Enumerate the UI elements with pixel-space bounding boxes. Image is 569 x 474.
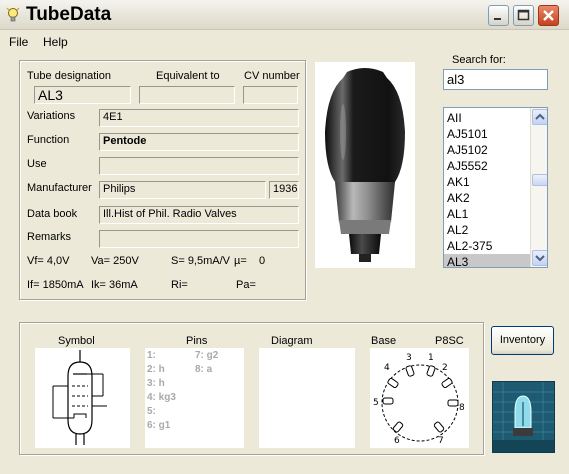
- minimize-button[interactable]: [488, 5, 509, 26]
- pentode-symbol: [52, 350, 107, 445]
- pin-5: 5:: [147, 406, 156, 417]
- pins-label: Pins: [186, 335, 208, 347]
- base-pin-6: 6: [394, 436, 400, 446]
- equivalent-to-field[interactable]: [139, 86, 235, 104]
- base-pin-8: 8: [459, 403, 465, 413]
- pin-8: 8: a: [195, 364, 213, 375]
- if-value: If= 1850mA: [27, 279, 84, 291]
- base-pin-1: 1: [428, 353, 434, 363]
- vf-value: Vf= 4,0V: [27, 255, 70, 267]
- ik-value: Ik= 36mA: [91, 279, 138, 291]
- list-item[interactable]: AII: [444, 110, 530, 126]
- cv-number-label: CV number: [244, 70, 300, 82]
- tube-designation-field[interactable]: AL3: [34, 86, 131, 104]
- search-label: Search for:: [452, 54, 506, 66]
- menu-file[interactable]: File: [9, 35, 28, 49]
- menu-help[interactable]: Help: [43, 35, 68, 49]
- pin-2: 2: h: [147, 364, 165, 375]
- close-icon: [543, 10, 554, 21]
- variations-label: Variations: [27, 110, 76, 122]
- year-field[interactable]: 1936: [269, 181, 299, 199]
- s-value: S= 9,5mA/V: [171, 255, 231, 267]
- chevron-up-icon: [535, 113, 545, 120]
- tube-photo: [315, 62, 415, 268]
- pa-value: Pa=: [236, 279, 256, 291]
- lightbulb-icon: [6, 7, 20, 22]
- base-pin-2: 2: [442, 363, 448, 373]
- chevron-down-icon: [535, 255, 545, 262]
- base-pin-5: 5: [373, 398, 379, 408]
- cv-number-field[interactable]: [243, 86, 298, 104]
- base-pin-4: 4: [384, 363, 390, 373]
- list-item[interactable]: AK1: [444, 174, 530, 190]
- list-item-selected[interactable]: AL3: [444, 254, 530, 267]
- pin-6: 6: g1: [147, 420, 171, 431]
- use-label: Use: [27, 158, 47, 170]
- remarks-field[interactable]: [99, 230, 299, 248]
- tube-listbox[interactable]: AII AJ5101 AJ5102 AJ5552 AK1 AK2 AL1 AL2…: [443, 107, 548, 268]
- list-item[interactable]: AK2: [444, 190, 530, 206]
- mu-value: 0: [259, 255, 266, 267]
- title-bar: TubeData: [0, 0, 569, 30]
- use-field[interactable]: [99, 157, 299, 175]
- mu-label: µ=: [234, 255, 247, 267]
- va-value: Va= 250V: [91, 255, 139, 267]
- inventory-button[interactable]: Inventory: [491, 326, 554, 355]
- tube-designation-label: Tube designation: [27, 70, 111, 82]
- close-button[interactable]: [538, 5, 559, 26]
- list-item[interactable]: AJ5101: [444, 126, 530, 142]
- base-pin-7: 7: [438, 436, 444, 446]
- maximize-icon: [517, 9, 530, 21]
- list-item[interactable]: AL2: [444, 222, 530, 238]
- minimize-icon: [494, 18, 501, 20]
- pin-3: 3: h: [147, 378, 165, 389]
- list-item[interactable]: AL2-375: [444, 238, 530, 254]
- manufacturer-field[interactable]: Philips: [99, 181, 266, 199]
- pins-panel: 1: 2: h 3: h 4: kg3 5: 6: g1 7: g2 8: a: [145, 348, 244, 448]
- manufacturer-label: Manufacturer: [27, 182, 92, 194]
- data-book-field[interactable]: Ill.Hist of Phil. Radio Valves: [99, 206, 299, 224]
- base-panel: 1 2 3 4 5 6 7 8: [370, 348, 469, 448]
- variations-field[interactable]: 4E1: [99, 109, 299, 127]
- symbol-label: Symbol: [58, 335, 95, 347]
- equivalent-to-label: Equivalent to: [156, 70, 220, 82]
- base-pinout-diagram: 1 2 3 4 5 6 7 8: [373, 353, 465, 446]
- tube-logo-icon: [492, 381, 555, 453]
- list-item[interactable]: AJ5102: [444, 142, 530, 158]
- menu-bar: File Help: [0, 31, 569, 51]
- list-item[interactable]: AL1: [444, 206, 530, 222]
- function-field[interactable]: Pentode: [99, 133, 299, 151]
- remarks-label: Remarks: [27, 231, 72, 243]
- base-type-label: P8SC: [435, 335, 464, 347]
- scroll-thumb[interactable]: [532, 174, 547, 186]
- scroll-up-button[interactable]: [532, 109, 547, 125]
- pin-4: 4: kg3: [147, 392, 176, 403]
- data-book-label: Data book: [27, 208, 78, 220]
- function-label: Function: [27, 134, 70, 146]
- diagram-panel: [259, 348, 355, 448]
- symbol-panel: [35, 348, 130, 448]
- window-title: TubeData: [26, 4, 112, 25]
- pin-7: 7: g2: [195, 350, 219, 361]
- list-scrollbar[interactable]: [530, 108, 547, 267]
- ri-value: Ri=: [171, 279, 188, 291]
- list-item[interactable]: AJ5552: [444, 158, 530, 174]
- pin-1: 1:: [147, 350, 156, 361]
- base-pin-3: 3: [406, 353, 412, 363]
- diagram-label: Diagram: [271, 335, 313, 347]
- base-label: Base: [371, 335, 397, 347]
- scroll-down-button[interactable]: [532, 250, 547, 266]
- search-input[interactable]: [443, 69, 548, 90]
- maximize-button[interactable]: [513, 5, 534, 26]
